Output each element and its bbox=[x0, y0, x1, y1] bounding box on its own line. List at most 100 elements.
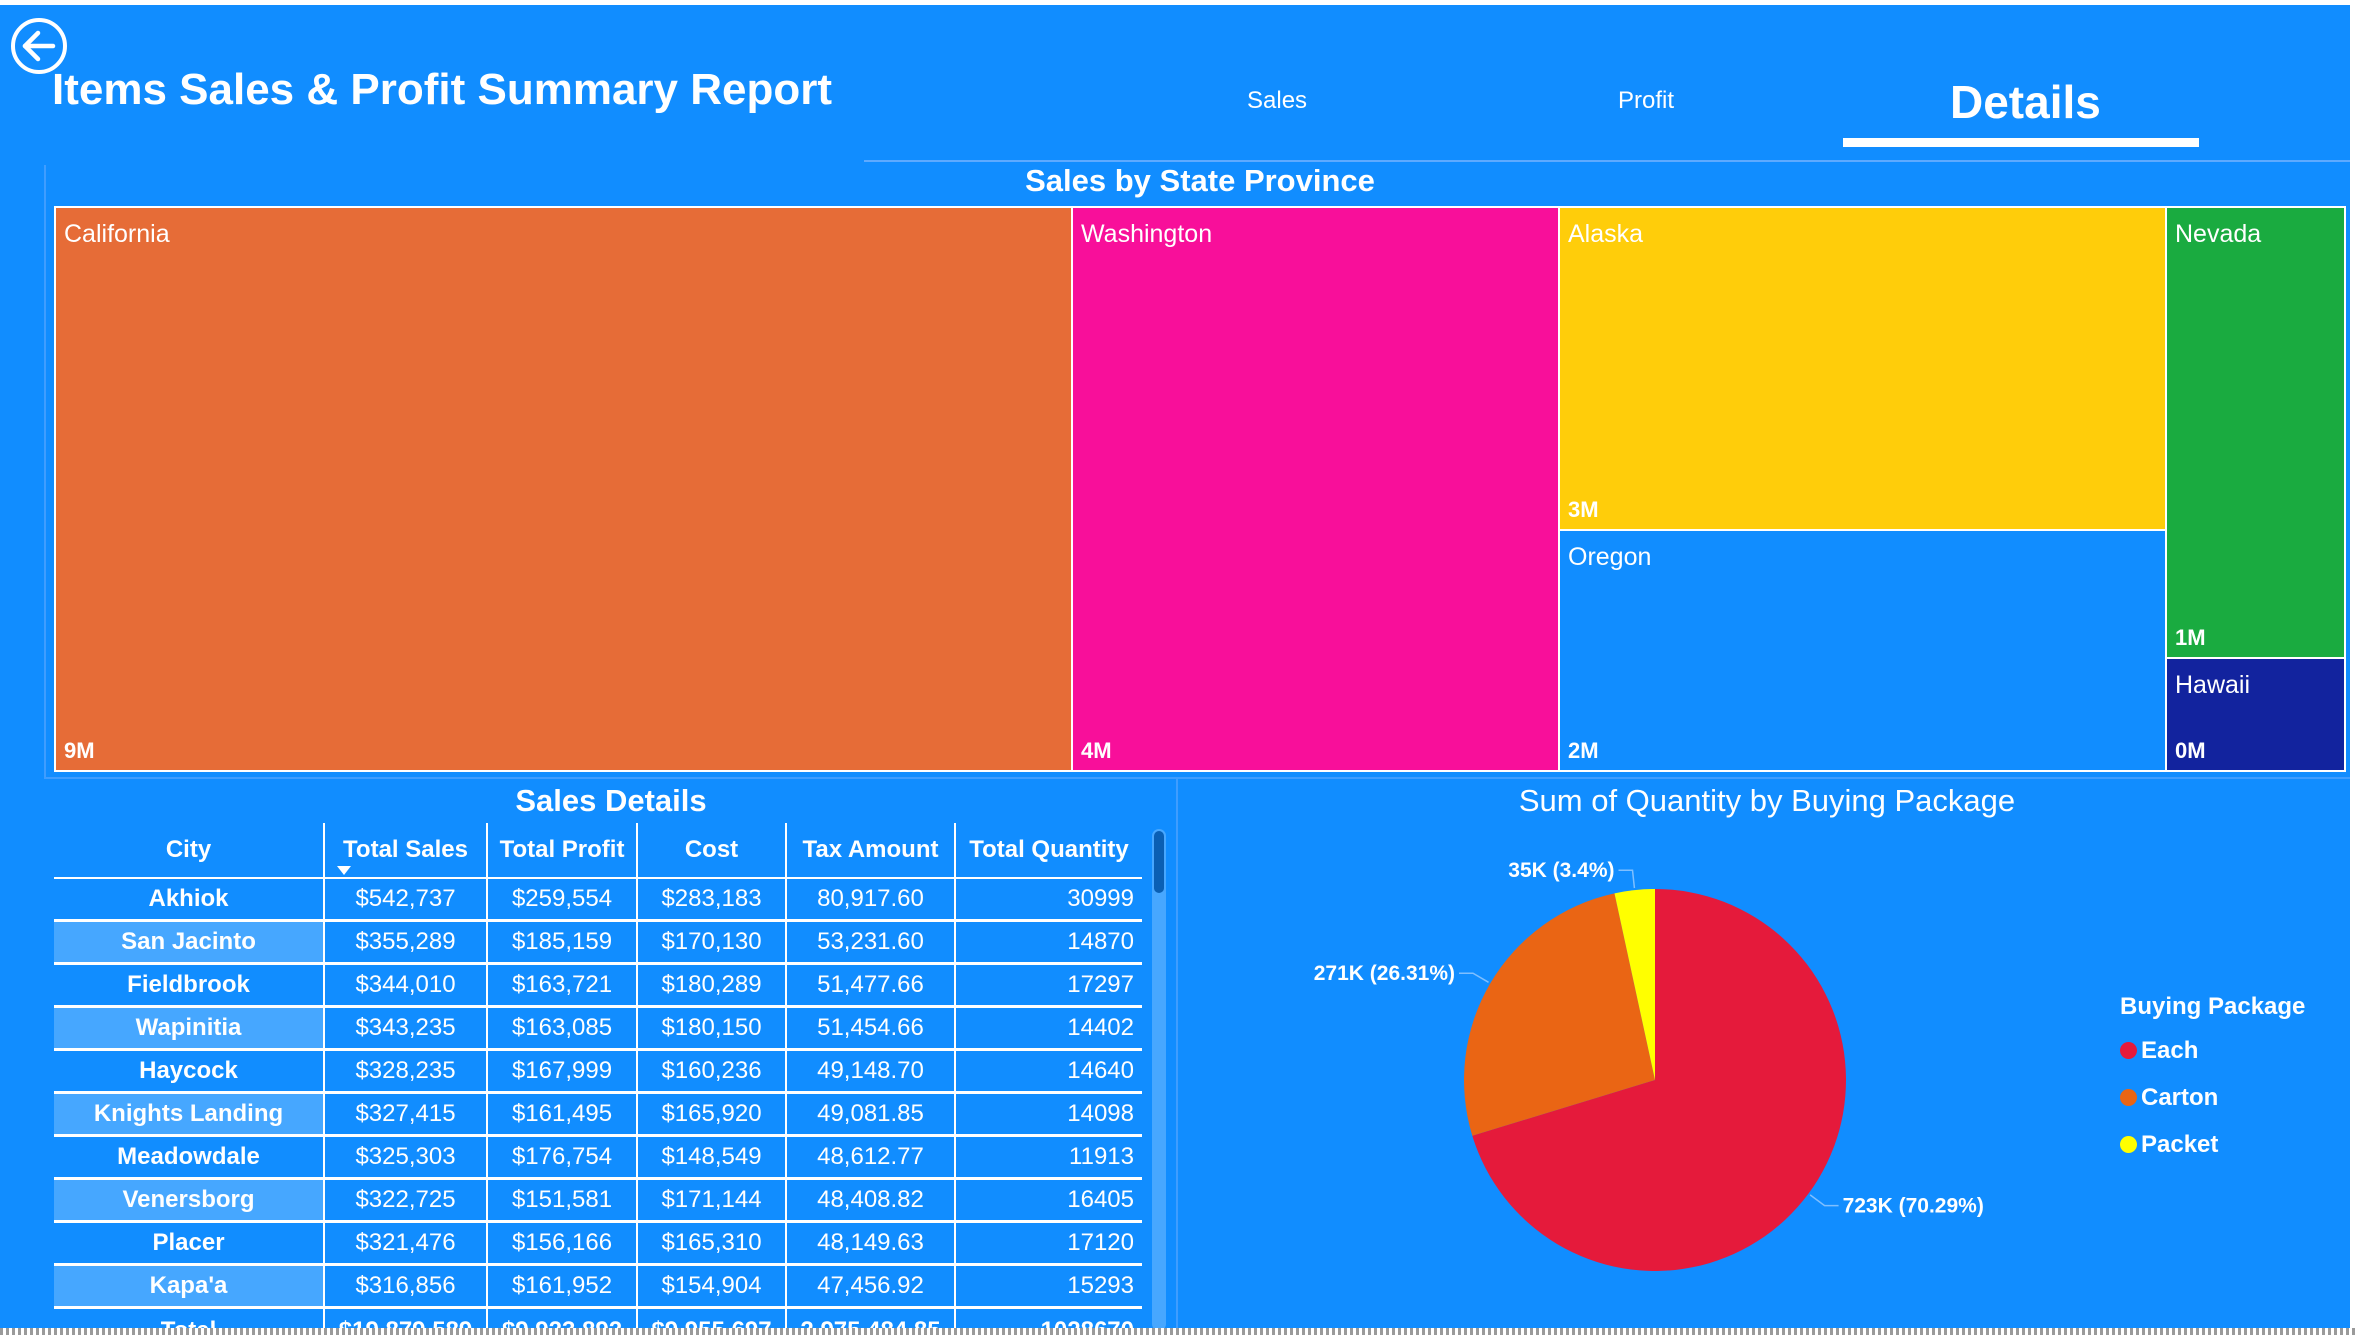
table-cell: 15293 bbox=[955, 1264, 1142, 1309]
table-cell: $328,235 bbox=[324, 1049, 488, 1094]
table-cell: $160,236 bbox=[637, 1049, 787, 1094]
total-cell: $19,879,589 bbox=[324, 1307, 488, 1328]
pie-chart-title: Sum of Quantity by Buying Package bbox=[1518, 783, 2016, 818]
column-header-label: Total Sales bbox=[343, 836, 468, 863]
city-cell: Akhiok bbox=[54, 878, 325, 922]
tile-value: 1M bbox=[2175, 625, 2206, 650]
city-cell: Fieldbrook bbox=[54, 963, 325, 1008]
table-cell: 49,148.70 bbox=[786, 1049, 956, 1094]
pie-chart: 723K (70.29%) 271K (26.31%) 35K (3.4%) bbox=[1314, 859, 1984, 1271]
table-cell: $327,415 bbox=[324, 1092, 488, 1137]
city-cell: Haycock bbox=[54, 1049, 325, 1094]
treemap-tile-hawaii[interactable]: Hawaii 0M bbox=[2165, 657, 2346, 772]
table-cell: $180,289 bbox=[637, 963, 787, 1008]
treemap-tile-california[interactable]: California 9M bbox=[54, 206, 1073, 772]
table-cell: $156,166 bbox=[487, 1221, 638, 1266]
tile-value: 0M bbox=[2175, 738, 2206, 763]
table-cell: 30999 bbox=[955, 878, 1142, 922]
table-row[interactable]: Knights Landing $327,415 $161,495 $165,920 4… bbox=[54, 1092, 1142, 1137]
table-cell: $259,554 bbox=[487, 878, 638, 922]
table-cell: 48,149.63 bbox=[786, 1221, 956, 1266]
table-cell: $325,303 bbox=[324, 1135, 488, 1180]
table-scrollbar[interactable] bbox=[1152, 829, 1166, 1328]
pie-data-label: 35K (3.4%) bbox=[1508, 859, 1614, 882]
legend-item-carton[interactable]: Carton bbox=[2120, 1074, 2305, 1121]
treemap-tile-washington[interactable]: Washington 4M bbox=[1071, 206, 1560, 772]
table-cell: $180,150 bbox=[637, 1006, 787, 1051]
table-cell: 51,454.66 bbox=[786, 1006, 956, 1051]
treemap-title: Sales by State Province bbox=[1025, 163, 1375, 198]
tab-details[interactable]: Details bbox=[1950, 75, 2101, 129]
table-cell: $163,085 bbox=[487, 1006, 638, 1051]
tile-value: 4M bbox=[1081, 738, 1112, 763]
active-tab-indicator bbox=[1843, 138, 2199, 147]
total-cell: Total bbox=[54, 1307, 325, 1328]
column-header-tax-amount[interactable]: Tax Amount bbox=[786, 823, 956, 879]
tile-label: Washington bbox=[1081, 220, 1213, 248]
legend-item-each[interactable]: Each bbox=[2120, 1027, 2305, 1074]
tile-label: California bbox=[64, 220, 170, 248]
table-cell: 14640 bbox=[955, 1049, 1142, 1094]
pie-leader-line bbox=[1618, 869, 1636, 889]
total-cell: $9,923,892 bbox=[487, 1307, 638, 1328]
table-cell: $321,476 bbox=[324, 1221, 488, 1266]
tab-profit[interactable]: Profit bbox=[1618, 87, 1674, 115]
table-cell: 53,231.60 bbox=[786, 920, 956, 965]
panel-divider bbox=[44, 777, 2350, 779]
table-cell: $167,999 bbox=[487, 1049, 638, 1094]
panel-divider bbox=[44, 165, 46, 777]
table-cell: $355,289 bbox=[324, 920, 488, 965]
table-row[interactable]: Akhiok $542,737 $259,554 $283,183 80,917.60 3… bbox=[54, 878, 1142, 922]
treemap-tile-oregon[interactable]: Oregon 2M bbox=[1558, 529, 2167, 772]
table-cell: 51,477.66 bbox=[786, 963, 956, 1008]
table-row[interactable]: Kapa'a $316,856 $161,952 $154,904 47,456.92 1… bbox=[54, 1264, 1142, 1309]
pie-data-label: 271K (26.31%) bbox=[1314, 962, 1455, 985]
table-cell: $170,130 bbox=[637, 920, 787, 965]
header-divider bbox=[864, 160, 2350, 162]
table-cell: $165,920 bbox=[637, 1092, 787, 1137]
table-cell: $283,183 bbox=[637, 878, 787, 922]
legend-title: Buying Package bbox=[2120, 993, 2306, 1020]
table-cell: $151,581 bbox=[487, 1178, 638, 1223]
table-row[interactable]: Haycock $328,235 $167,999 $160,236 49,148.70… bbox=[54, 1049, 1142, 1094]
table-cell: $176,754 bbox=[487, 1135, 638, 1180]
column-header-cost[interactable]: Cost bbox=[637, 823, 787, 879]
table-cell: $148,549 bbox=[637, 1135, 787, 1180]
treemap-tile-nevada[interactable]: Nevada 1M bbox=[2165, 206, 2346, 659]
table-row[interactable]: Venersborg $322,725 $151,581 $171,144 48,408… bbox=[54, 1178, 1142, 1223]
tile-value: 3M bbox=[1568, 497, 1599, 522]
table-row[interactable]: Wapinitia $343,235 $163,085 $180,150 51,454.… bbox=[54, 1006, 1142, 1051]
column-header-total-profit[interactable]: Total Profit bbox=[487, 823, 638, 879]
table-cell: 48,408.82 bbox=[786, 1178, 956, 1223]
treemap-tile-alaska[interactable]: Alaska 3M bbox=[1558, 206, 2167, 531]
table-cell: $344,010 bbox=[324, 963, 488, 1008]
sales-details-table: City Total Sales Total Profit Cost Tax A… bbox=[54, 823, 1142, 1328]
total-cell: $9,955,697 bbox=[637, 1307, 787, 1328]
table-cell: $165,310 bbox=[637, 1221, 787, 1266]
table-row[interactable]: Meadowdale $325,303 $176,754 $148,549 48,612… bbox=[54, 1135, 1142, 1180]
tile-label: Nevada bbox=[2175, 220, 2262, 248]
table-cell: $185,159 bbox=[487, 920, 638, 965]
table-cell: $542,737 bbox=[324, 878, 488, 922]
table-cell: 17120 bbox=[955, 1221, 1142, 1266]
pie-data-label: 723K (70.29%) bbox=[1843, 1195, 1984, 1218]
table-row[interactable]: San Jacinto $355,289 $185,159 $170,130 53,23… bbox=[54, 920, 1142, 965]
tile-label: Oregon bbox=[1568, 543, 1652, 571]
table-cell: $343,235 bbox=[324, 1006, 488, 1051]
tab-sales[interactable]: Sales bbox=[1247, 87, 1307, 115]
tile-value: 9M bbox=[64, 738, 95, 763]
table-row[interactable]: Placer $321,476 $156,166 $165,310 48,149.63 1… bbox=[54, 1221, 1142, 1266]
report-canvas: Items Sales & Profit Summary Report Sale… bbox=[0, 5, 2350, 1328]
table-cell: 14098 bbox=[955, 1092, 1142, 1137]
city-cell: Knights Landing bbox=[54, 1092, 325, 1137]
table-cell: $171,144 bbox=[637, 1178, 787, 1223]
table-cell: $322,725 bbox=[324, 1178, 488, 1223]
table-row[interactable]: Fieldbrook $344,010 $163,721 $180,289 51,477… bbox=[54, 963, 1142, 1008]
column-header-total-sales[interactable]: Total Sales bbox=[324, 823, 488, 879]
table-scrollbar-thumb[interactable] bbox=[1154, 831, 1164, 893]
column-header-city[interactable]: City bbox=[54, 823, 325, 879]
legend-item-packet[interactable]: Packet bbox=[2120, 1121, 2305, 1168]
panel-divider bbox=[1176, 779, 1178, 1328]
table-cell: $161,495 bbox=[487, 1092, 638, 1137]
column-header-total-quantity[interactable]: Total Quantity bbox=[955, 823, 1142, 879]
